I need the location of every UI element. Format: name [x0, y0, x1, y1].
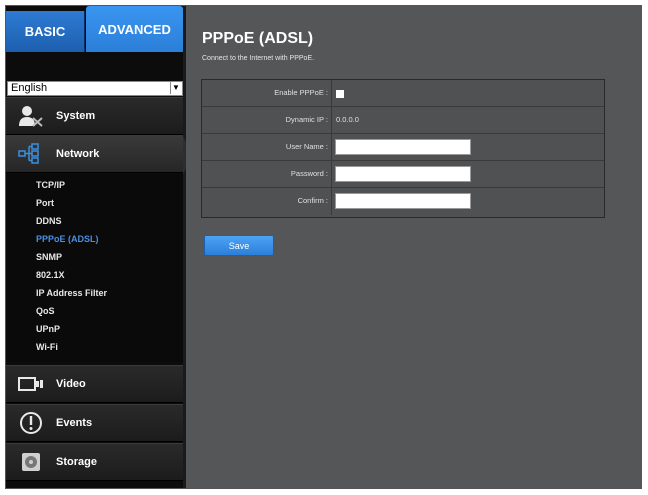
submenu-item-upnp[interactable]: UPnP	[36, 322, 60, 336]
sidebar-item-storage[interactable]: Storage	[6, 443, 183, 481]
chevron-down-icon[interactable]: ▼	[170, 82, 181, 94]
alert-icon	[6, 411, 56, 435]
submenu-item-tcpip[interactable]: TCP/IP	[36, 178, 65, 192]
sidebar-label-storage: Storage	[56, 456, 97, 468]
username-label: User Name :	[202, 134, 332, 161]
submenu-item-wifi[interactable]: Wi-Fi	[36, 340, 58, 354]
language-select[interactable]: English ▼	[7, 81, 183, 96]
enable-pppoe-checkbox[interactable]	[336, 90, 344, 98]
main-panel: PPPoE (ADSL) Connect to the Internet wit…	[186, 6, 641, 488]
sidebar-item-network[interactable]: Network	[6, 135, 193, 174]
pppoe-form: Enable PPPoE : Dynamic IP : 0.0.0.0 User…	[201, 79, 605, 218]
sidebar-label-events: Events	[56, 417, 93, 429]
network-submenu: TCP/IP Port DDNS PPPoE (ADSL) SNMP 802.1…	[6, 174, 183, 362]
confirm-input[interactable]	[335, 193, 471, 209]
password-input[interactable]	[335, 166, 471, 182]
sidebar-item-system[interactable]: System	[6, 97, 183, 135]
sidebar: BASIC ADVANCED English ▼ System Network …	[6, 6, 193, 488]
sidebar-item-events[interactable]: Events	[6, 404, 183, 442]
dynamic-ip-value: 0.0.0.0	[336, 115, 359, 124]
dynamic-ip-label: Dynamic IP :	[202, 107, 332, 134]
sidebar-label-network: Network	[56, 148, 100, 160]
username-input[interactable]	[335, 139, 471, 155]
language-selected: English	[11, 82, 48, 94]
sidebar-label-video: Video	[56, 378, 86, 390]
tab-advanced[interactable]: ADVANCED	[86, 6, 183, 52]
network-icon	[6, 143, 56, 165]
form-row-username: User Name :	[202, 134, 604, 161]
submenu-item-ddns[interactable]: DDNS	[36, 214, 62, 228]
confirm-label: Confirm :	[202, 188, 332, 215]
form-row-enable: Enable PPPoE :	[202, 80, 604, 107]
submenu-item-qos[interactable]: QoS	[36, 304, 55, 318]
submenu-item-snmp[interactable]: SNMP	[36, 250, 62, 264]
storage-icon	[6, 451, 56, 473]
sidebar-label-system: System	[56, 110, 96, 122]
form-row-confirm: Confirm :	[202, 188, 604, 215]
sidebar-item-video[interactable]: Video	[6, 365, 183, 403]
submenu-item-8021x[interactable]: 802.1X	[36, 268, 65, 282]
page-title: PPPoE (ADSL)	[202, 30, 314, 47]
form-row-password: Password :	[202, 161, 604, 188]
mode-tabs: BASIC ADVANCED	[6, 6, 183, 52]
camera-icon	[6, 375, 56, 393]
user-wrench-icon	[6, 105, 56, 127]
tab-basic[interactable]: BASIC	[6, 11, 85, 52]
submenu-item-pppoe[interactable]: PPPoE (ADSL)	[36, 232, 99, 246]
page-subtitle: Connect to the Internet with PPPoE.	[202, 55, 315, 62]
submenu-item-ip-filter[interactable]: IP Address Filter	[36, 286, 107, 300]
app-frame: BASIC ADVANCED English ▼ System Network …	[5, 5, 642, 489]
save-button[interactable]: Save	[204, 235, 274, 256]
form-row-dynamic-ip: Dynamic IP : 0.0.0.0	[202, 107, 604, 134]
submenu-item-port[interactable]: Port	[36, 196, 54, 210]
password-label: Password :	[202, 161, 332, 188]
enable-pppoe-label: Enable PPPoE :	[202, 80, 332, 107]
